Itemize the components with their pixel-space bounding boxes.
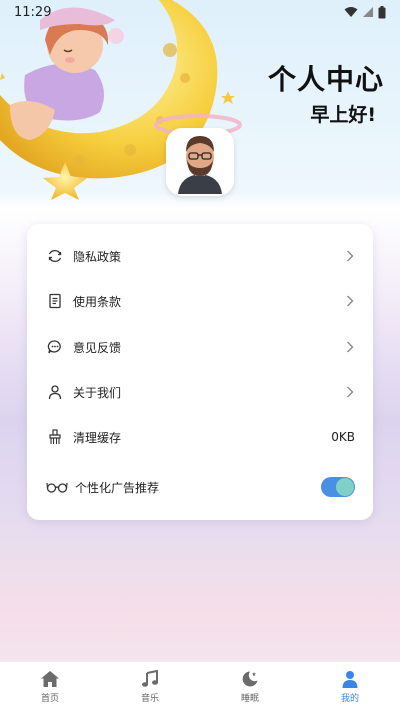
status-icons [344, 5, 386, 19]
tab-label: 音乐 [140, 694, 159, 704]
tab-label: 我的 [340, 694, 359, 704]
greeting-text: 早上好! [310, 104, 376, 126]
tab-label: 首页 [40, 694, 59, 704]
status-time: 11:29 [14, 4, 52, 20]
user-icon [45, 382, 65, 402]
menu-item-label: 意见反馈 [73, 340, 122, 355]
home-icon [41, 671, 59, 687]
menu-item-label: 关于我们 [73, 385, 122, 400]
menu-item-clear-cache[interactable]: 清理缓存 0KB [27, 414, 373, 460]
chevron-right-icon [345, 294, 355, 308]
menu-item-personalized-ads: 个性化广告推荐 [27, 464, 373, 510]
battery-icon [378, 5, 386, 18]
document-icon [45, 291, 65, 311]
status-bar: 11:29 [0, 0, 400, 24]
menu-item-label: 使用条款 [73, 294, 122, 309]
brush-icon [45, 427, 65, 447]
chevron-right-icon [345, 340, 355, 354]
menu-item-terms-of-use[interactable]: 使用条款 [27, 278, 373, 324]
toggle-knob [336, 478, 354, 496]
menu-item-feedback[interactable]: 意见反馈 [27, 324, 373, 370]
refresh-icon [45, 246, 65, 266]
menu-item-privacy-policy[interactable]: 隐私政策 [27, 233, 373, 279]
user-avatar-image [178, 136, 222, 194]
menu-item-label: 个性化广告推荐 [75, 480, 160, 495]
menu-item-label: 隐私政策 [73, 249, 122, 264]
personalized-ads-toggle[interactable] [321, 477, 355, 497]
wifi-icon [344, 7, 358, 17]
page-title: 个人中心 [267, 63, 384, 96]
moon-icon [242, 671, 258, 687]
person-icon [342, 671, 358, 688]
settings-menu-card: 隐私政策 使用条款 意见反馈 关于我们 清理缓存 0KB 个性化广告推荐 [27, 224, 373, 520]
glasses-icon [45, 477, 69, 497]
tab-home[interactable]: 首页 [0, 662, 100, 712]
menu-item-about-us[interactable]: 关于我们 [27, 369, 373, 415]
tab-music[interactable]: 音乐 [100, 662, 200, 712]
chevron-right-icon [345, 385, 355, 399]
signal-icon [363, 7, 373, 17]
bottom-navigation: 首页 音乐 睡眠 我的 [0, 661, 400, 712]
chat-bubble-icon [45, 337, 65, 357]
music-note-icon [142, 670, 158, 687]
avatar[interactable] [166, 128, 234, 196]
tab-sleep[interactable]: 睡眠 [200, 662, 300, 712]
tab-label: 睡眠 [240, 694, 259, 704]
tab-mine[interactable]: 我的 [300, 662, 400, 712]
cache-size-value: 0KB [331, 430, 355, 444]
chevron-right-icon [345, 249, 355, 263]
menu-item-label: 清理缓存 [73, 430, 122, 445]
